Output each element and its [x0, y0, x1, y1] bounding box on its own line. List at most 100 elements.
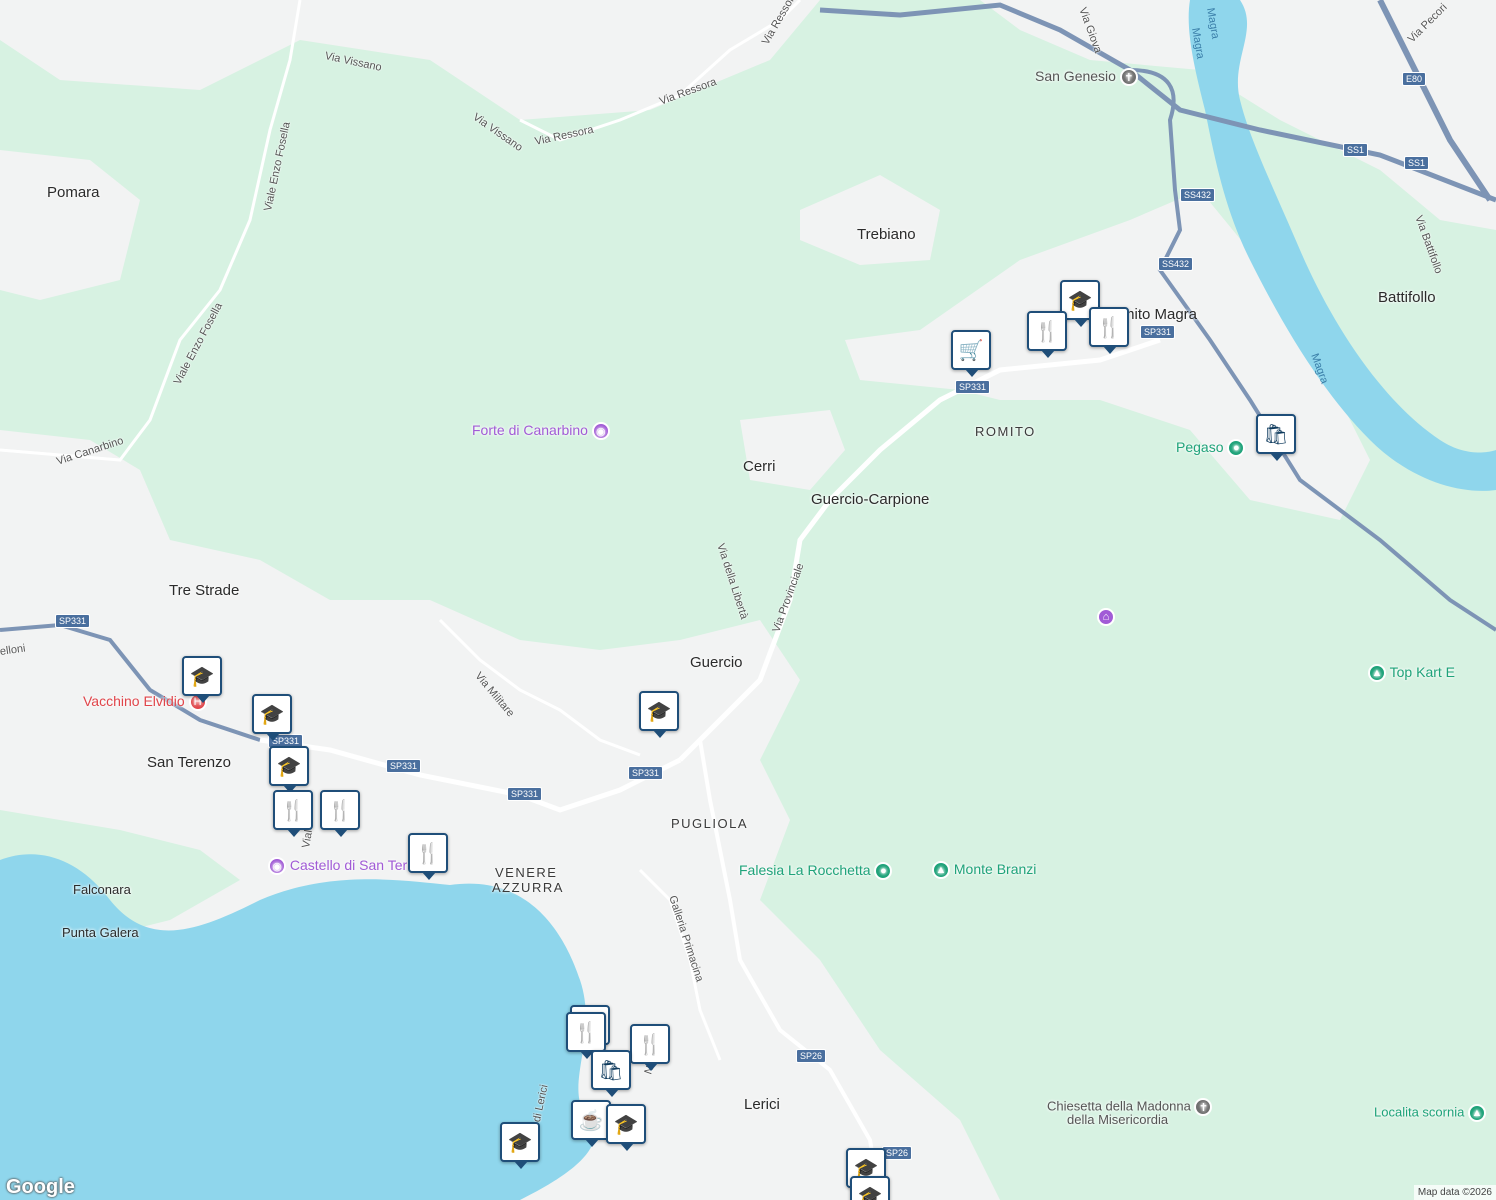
road-shield-ss1: SS1 — [1404, 156, 1430, 170]
road-shield-ss432: SS432 — [1180, 188, 1216, 202]
place-guercio: Guercio — [690, 654, 743, 671]
school-marker[interactable]: 🎓 — [500, 1122, 540, 1169]
fork-knife-icon: 🍴 — [327, 799, 353, 822]
tree-icon: ▲ — [932, 861, 950, 880]
graduation-cap-icon: 🎓 — [189, 665, 215, 688]
graduation-cap-icon: 🎓 — [857, 1185, 883, 1200]
poi-label: Localita scornia — [1374, 1104, 1465, 1120]
district-azzurra: AZZURRA — [492, 880, 564, 895]
school-marker[interactable]: 🎓 — [606, 1104, 646, 1151]
school-marker[interactable]: 🎓 — [639, 691, 679, 738]
place-trebiano: Trebiano — [857, 226, 916, 243]
fork-knife-icon: 🍴 — [1034, 320, 1060, 343]
poi-falesia-la-rocchetta[interactable]: Falesia La Rocchetta ● — [739, 862, 893, 881]
district-pugliola: PUGLIOLA — [671, 816, 749, 831]
shop-marker[interactable]: 🛍 — [1256, 414, 1296, 461]
road-shield-sp26: SP26 — [796, 1049, 827, 1063]
road-shield-sp331: SP331 — [55, 614, 91, 628]
cross-icon: ✝ — [1194, 1098, 1213, 1116]
supermarket-marker[interactable]: 🛒 — [951, 330, 991, 377]
graduation-cap-icon: 🎓 — [646, 700, 672, 723]
poi-monte-branzi[interactable]: ▲ Monte Branzi — [932, 861, 1037, 880]
school-marker[interactable]: 🎓 — [252, 694, 292, 741]
school-marker[interactable]: 🎓 — [269, 746, 309, 793]
place-tre-strade: Tre Strade — [169, 582, 240, 599]
poi-chiesetta-line2: della Misericordia — [1067, 1112, 1169, 1127]
fork-knife-icon: 🍴 — [1096, 316, 1122, 339]
place-lerici: Lerici — [744, 1096, 780, 1113]
place-battifollo: Battifollo — [1378, 289, 1436, 306]
road-shield-sp331: SP331 — [507, 787, 543, 801]
cafe-marker[interactable]: ☕ — [571, 1100, 611, 1147]
restaurant-marker[interactable]: 🍴 — [273, 790, 313, 837]
poi-localita-scornia[interactable]: Localita scornia ▲ — [1374, 1104, 1486, 1122]
poi-label: Falesia La Rocchetta — [739, 862, 871, 878]
place-cerri: Cerri — [743, 458, 776, 475]
poi-label: San Genesio — [1035, 68, 1116, 84]
poi-label: Vacchino Elvidio — [83, 693, 185, 709]
shopping-cart-icon: 🛒 — [958, 339, 984, 362]
road-shield-sp331: SP331 — [1140, 325, 1176, 339]
place-pomara: Pomara — [47, 184, 100, 201]
fork-knife-icon: 🍴 — [573, 1021, 599, 1044]
graduation-cap-icon: 🎓 — [507, 1131, 533, 1154]
urban-area-north — [0, 0, 820, 120]
graduation-cap-icon: 🎓 — [276, 755, 302, 778]
district-romito: ROMITO — [975, 424, 1036, 439]
road-shield-ss432: SS432 — [1158, 257, 1194, 271]
graduation-cap-icon: 🎓 — [613, 1113, 639, 1136]
place-san-terenzo: San Terenzo — [147, 754, 231, 771]
camera-icon: ◉ — [268, 857, 286, 876]
graduation-cap-icon: 🎓 — [259, 703, 285, 726]
place-punta-galera: Punta Galera — [62, 925, 139, 940]
poi-forte-di-canarbino[interactable]: Forte di Canarbino ◉ — [472, 422, 610, 441]
shopping-bag-icon: 🛍 — [598, 1059, 624, 1082]
district-venere: VENERE — [495, 865, 558, 880]
place-falconara: Falconara — [73, 882, 131, 897]
place-romito-magra: mito Magra — [1122, 306, 1198, 323]
shop-marker[interactable]: 🛍 — [591, 1050, 631, 1097]
poi-label: Monte Branzi — [953, 861, 1037, 877]
poi-castello-di-san-terenzo[interactable]: ◉ Castello di San Ter — [268, 857, 408, 876]
restaurant-marker[interactable]: 🍴 — [630, 1024, 670, 1071]
road-shield-sp26: SP26 — [882, 1146, 913, 1160]
poi-label: Pegaso — [1176, 439, 1224, 455]
poi-label: Top Kart E — [1389, 664, 1456, 680]
dot-icon: ● — [874, 862, 893, 881]
place-guercio-carpione: Guercio-Carpione — [811, 491, 930, 508]
restaurant-marker[interactable]: 🍴 — [1089, 307, 1129, 354]
school-marker[interactable]: 🎓 — [182, 656, 222, 703]
camera-icon: ◉ — [591, 422, 610, 441]
cross-icon: ✝ — [1119, 68, 1138, 87]
dot-icon: ● — [1227, 439, 1246, 458]
poi-label: Forte di Canarbino — [472, 422, 588, 438]
road-shield-sp331: SP331 — [955, 380, 991, 394]
google-logo[interactable]: Google — [6, 1176, 75, 1199]
fork-knife-icon: 🍴 — [280, 799, 306, 822]
poi-label: Castello di San Ter — [289, 857, 408, 873]
restaurant-marker[interactable]: 🍴 — [1027, 311, 1067, 358]
coffee-cup-icon: ☕ — [578, 1109, 604, 1132]
school-marker[interactable]: 🎓 — [850, 1176, 890, 1200]
poi-pegaso[interactable]: Pegaso ● — [1176, 439, 1246, 458]
road-shield-ss1: SS1 — [1343, 143, 1369, 157]
shopping-bag-icon: 🛍 — [1263, 423, 1289, 446]
fork-knife-icon: 🍴 — [637, 1033, 663, 1056]
map-attribution[interactable]: Map data ©2026 — [1413, 1185, 1496, 1200]
restaurant-marker[interactable]: 🍴 — [408, 833, 448, 880]
road-shield-e80: E80 — [1402, 72, 1427, 86]
road-shield-sp331: SP331 — [628, 766, 664, 780]
fork-knife-icon: 🍴 — [415, 842, 441, 865]
urban-area-cerri — [740, 410, 845, 490]
road-shield-sp331: SP331 — [386, 759, 422, 773]
restaurant-marker[interactable]: 🍴 — [320, 790, 360, 837]
map-canvas[interactable]: Pomara Trebiano mito Magra Battifollo Ce… — [0, 0, 1496, 1200]
restaurant-marker[interactable]: 🍴 — [566, 1012, 606, 1059]
poi-top-kart[interactable]: ▲ Top Kart E — [1368, 664, 1456, 683]
urban-area-trebiano — [800, 175, 940, 265]
poi-san-genesio[interactable]: San Genesio ✝ — [1035, 68, 1138, 87]
urban-area-pomara — [0, 150, 140, 300]
tree-icon: ▲ — [1467, 1104, 1486, 1122]
museum-icon[interactable]: ⌂ — [1097, 608, 1115, 626]
tree-icon: ▲ — [1368, 664, 1386, 683]
